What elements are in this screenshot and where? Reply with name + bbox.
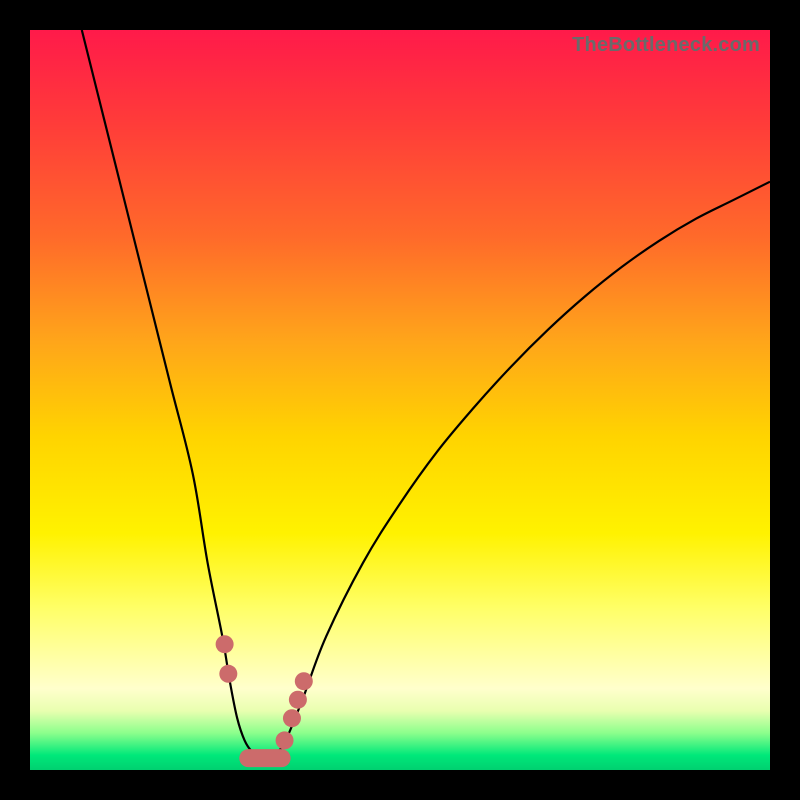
- bottleneck-curve: [82, 30, 770, 756]
- highlight-dot: [289, 691, 307, 709]
- highlight-bar-rect: [239, 749, 290, 767]
- highlight-bar: [239, 749, 290, 767]
- highlight-dot: [219, 665, 237, 683]
- highlight-dot: [276, 731, 294, 749]
- chart-frame: TheBottleneck.com: [0, 0, 800, 800]
- plot-area: TheBottleneck.com: [30, 30, 770, 770]
- highlight-dot: [216, 635, 234, 653]
- curve-layer: [30, 30, 770, 770]
- highlight-dot: [295, 672, 313, 690]
- highlight-dot: [283, 709, 301, 727]
- highlight-dots: [216, 635, 313, 749]
